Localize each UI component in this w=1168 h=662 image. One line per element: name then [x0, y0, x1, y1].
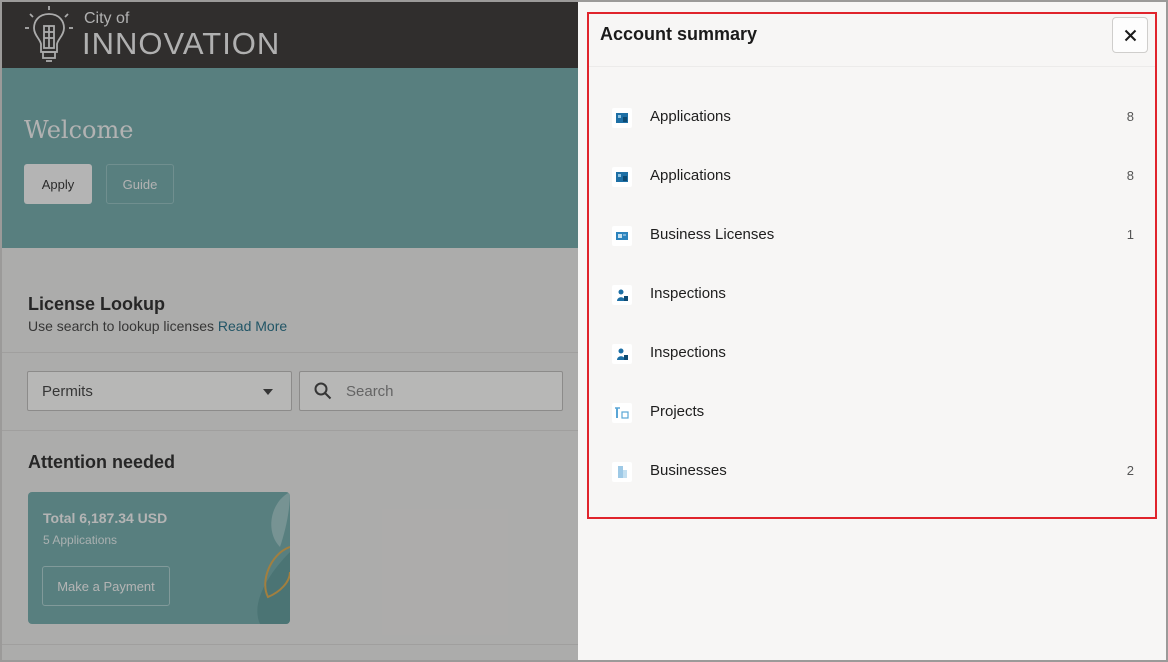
- header-divider: [589, 66, 1155, 67]
- summary-item-inspections[interactable]: Inspections: [612, 340, 1134, 368]
- drawer-title: Account summary: [600, 24, 758, 44]
- summary-item-inspections[interactable]: Inspections: [612, 281, 1134, 309]
- summary-item-business-licenses[interactable]: Business Licenses 1: [612, 222, 1134, 250]
- inspector-icon: [612, 344, 632, 364]
- account-summary-drawer: Account summary Applications 8 Applicati…: [578, 2, 1166, 660]
- summary-item-label: Businesses: [650, 462, 727, 479]
- close-button[interactable]: [1112, 17, 1148, 53]
- applications-icon: [612, 167, 632, 187]
- summary-item-label: Applications: [650, 108, 731, 125]
- summary-item-label: Inspections: [650, 285, 726, 302]
- inspector-icon: [612, 285, 632, 305]
- highlight-box: [587, 12, 1157, 519]
- summary-item-label: Projects: [650, 403, 705, 420]
- summary-item-businesses[interactable]: Businesses 2: [612, 458, 1134, 486]
- building-icon: [612, 462, 632, 482]
- modal-overlay[interactable]: [2, 2, 578, 660]
- applications-icon: [612, 108, 632, 128]
- summary-item-count: 1: [1126, 227, 1134, 242]
- summary-item-projects[interactable]: Projects: [612, 399, 1134, 427]
- summary-item-count: 8: [1126, 109, 1134, 124]
- summary-item-label: Inspections: [650, 344, 726, 361]
- summary-item-count: 2: [1126, 463, 1134, 478]
- summary-item-label: Applications: [650, 167, 731, 184]
- close-icon: [1124, 29, 1137, 42]
- projects-icon: [612, 403, 632, 423]
- summary-item-applications[interactable]: Applications 8: [612, 163, 1134, 191]
- license-card-icon: [612, 226, 632, 246]
- summary-item-count: 8: [1126, 168, 1134, 183]
- summary-item-label: Business Licenses: [650, 226, 775, 243]
- summary-item-applications[interactable]: Applications 8: [612, 104, 1134, 132]
